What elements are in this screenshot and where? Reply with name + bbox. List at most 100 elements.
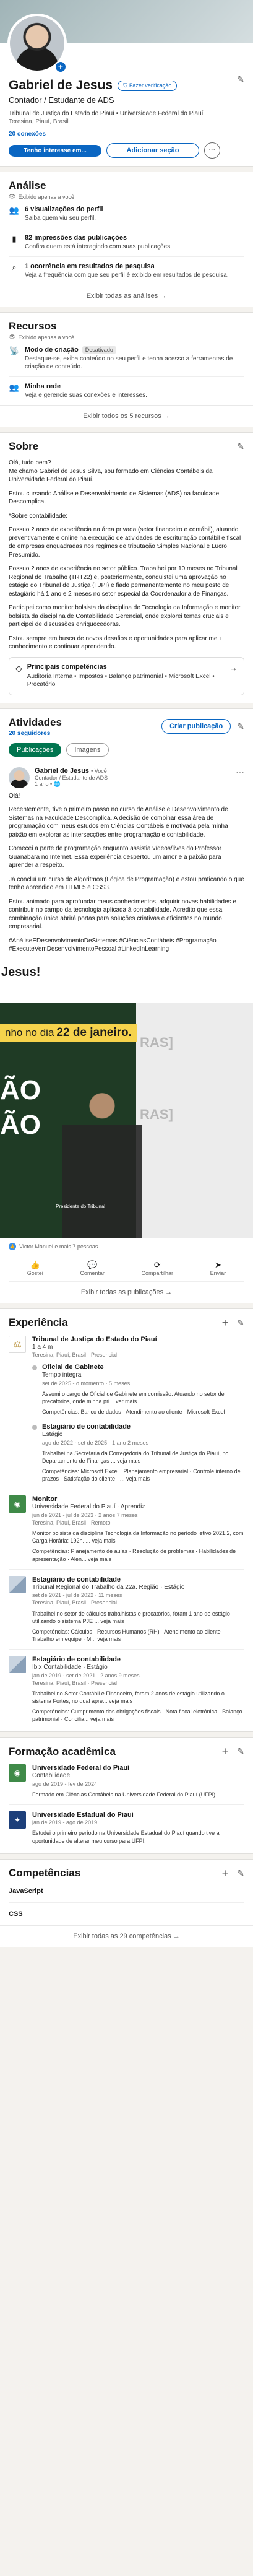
- profile-education: Tribunal de Justiça do Estado do Piauí •…: [9, 110, 204, 117]
- like-reaction-icon: 👍: [9, 1242, 16, 1250]
- skill-item[interactable]: JavaScript: [9, 1880, 244, 1903]
- about-section: Sobre ✎ Olá, tudo bem? Me chamo Gabriel …: [0, 432, 253, 703]
- edit-experience-icon[interactable]: ✎: [237, 1318, 244, 1328]
- section-title: Experiência: [9, 1316, 68, 1328]
- analytics-section: Análise 👁 Exibido apenas a você 👥 6 visua…: [0, 172, 253, 307]
- show-all-skills-link[interactable]: Exibir todas as 29 competências →: [0, 1925, 253, 1947]
- about-paragraph: *Sobre contabilidade:: [9, 512, 68, 520]
- network-icon: 👥: [9, 383, 20, 392]
- analytics-item[interactable]: ▮ 82 impressões das publicações Confira q…: [9, 228, 244, 257]
- show-all-posts-link[interactable]: Exibir todas as publicações →: [0, 1282, 253, 1303]
- timeline-dot: [32, 1365, 37, 1371]
- diamond-icon: ◇: [15, 663, 22, 673]
- analytics-item[interactable]: 👥 6 visualizações do perfil Saiba quem vi…: [9, 200, 244, 228]
- share-button[interactable]: ⟳ Compartilhar: [142, 1260, 174, 1276]
- more-button[interactable]: ···: [204, 142, 220, 159]
- edit-activity-icon[interactable]: ✎: [237, 721, 244, 732]
- about-paragraph: Estou cursando Análise e Desenvolvimento…: [9, 490, 220, 506]
- top-skills-box[interactable]: ◇ Principais competências Auditoria Inte…: [9, 656, 244, 695]
- edit-intro-icon[interactable]: ✎: [237, 74, 244, 85]
- comment-button[interactable]: 💬 Comentar: [80, 1260, 105, 1276]
- open-to-button[interactable]: Tenho interesse em...: [9, 144, 101, 157]
- show-all-resources-link[interactable]: Exibir todos os 5 recursos →: [0, 405, 253, 427]
- satellite-icon: 📡: [9, 346, 20, 355]
- tab-posts[interactable]: Publicações: [9, 742, 62, 757]
- edit-education-icon[interactable]: ✎: [237, 1746, 244, 1757]
- image-word: ÃO: [0, 1074, 41, 1105]
- eye-icon: 👁: [9, 193, 16, 199]
- like-button[interactable]: 👍 Gostei: [27, 1260, 43, 1276]
- education-section: Formação acadêmica + ✎ ◉ Universidade Fed…: [0, 1737, 253, 1854]
- tab-images[interactable]: Imagens: [66, 742, 109, 757]
- comment-icon: 💬: [87, 1260, 98, 1269]
- verify-badge[interactable]: ⛉ Fazer verificação: [118, 80, 178, 91]
- section-title: Recursos: [9, 320, 57, 332]
- search-icon: ⌕: [12, 263, 17, 272]
- image-person: [62, 1076, 142, 1238]
- image-brand: RAS]: [140, 1034, 173, 1050]
- section-title: Competências: [9, 1867, 81, 1879]
- show-all-analytics-link[interactable]: Exibir todas as análises →: [0, 285, 253, 307]
- experience-entry[interactable]: ⚖ Tribunal de Justiça do Estado do Piauí…: [9, 1329, 244, 1490]
- add-photo-icon[interactable]: +: [54, 61, 67, 73]
- about-paragraph: Participei como monitor bolsista da disc…: [9, 604, 241, 628]
- reactions-count[interactable]: Victor Manuel e mais 7 pessoas: [19, 1243, 98, 1250]
- thumbs-up-icon: 👍: [30, 1260, 40, 1269]
- profile-location: Teresina, Piauí, Brasil: [9, 118, 69, 125]
- add-section-button[interactable]: Adicionar seção: [106, 143, 199, 158]
- people-icon: 👥: [9, 206, 20, 215]
- status-badge: Desativado: [82, 346, 116, 354]
- edit-skills-icon[interactable]: ✎: [237, 1868, 244, 1879]
- school-logo: ✦: [9, 1811, 26, 1829]
- profile-name: Gabriel de Jesus: [9, 78, 113, 92]
- add-skill-icon[interactable]: +: [222, 1867, 229, 1880]
- image-brand: RAS]: [140, 1106, 173, 1122]
- create-post-button[interactable]: Criar publicação: [161, 719, 231, 734]
- activity-section: Atividades 20 seguidores Criar publicaçã…: [0, 708, 253, 1303]
- connections-link[interactable]: 20 conexões: [9, 131, 244, 137]
- send-button[interactable]: ➤ Enviar: [210, 1260, 226, 1276]
- post-image[interactable]: Jesus! RAS] RAS] nho no dia 22 de janeir…: [0, 959, 253, 1238]
- image-headline: Jesus!: [1, 965, 41, 979]
- about-paragraph: Estou sempre em busca de novos desafios …: [9, 635, 221, 651]
- image-caption: Presidente do Tribunal: [56, 1203, 106, 1209]
- resource-item[interactable]: 👥 Minha rede Veja e gerencie suas conexõe…: [9, 377, 244, 405]
- skills-section: Competências + ✎ JavaScript CSS Exibir to…: [0, 1858, 253, 1947]
- repost-icon: ⟳: [153, 1260, 161, 1269]
- education-entry[interactable]: ✦ Universidade Estadual do Piauí jan de …: [9, 1805, 244, 1850]
- more-icon[interactable]: ···: [236, 767, 244, 777]
- education-entry[interactable]: ◉ Universidade Federal do Piauí Contabil…: [9, 1758, 244, 1806]
- arrow-right-icon: →: [229, 663, 238, 672]
- send-icon: ➤: [214, 1260, 221, 1269]
- shield-icon: ⛉: [123, 82, 127, 89]
- profile-card: + ✎ Gabriel de Jesus ⛉ Fazer verificação…: [0, 0, 253, 167]
- experience-entry[interactable]: Estagiário de contabilidade Ibix Contabi…: [9, 1650, 244, 1729]
- image-date-banner: nho no dia 22 de janeiro.: [0, 1023, 137, 1042]
- company-logo: ⚖: [9, 1335, 26, 1353]
- profile-headline: Contador / Estudante de ADS: [9, 95, 114, 105]
- post-author[interactable]: Gabriel de Jesus: [35, 767, 89, 775]
- resource-item[interactable]: 📡 Modo de criação Desativado Destaque-se…: [9, 341, 244, 377]
- about-paragraph: Possuo 2 anos de experiência no setor pú…: [9, 565, 238, 598]
- post-avatar[interactable]: [9, 767, 30, 788]
- about-paragraph: Olá, tudo bem? Me chamo Gabriel de Jesus…: [9, 459, 213, 483]
- experience-entry[interactable]: ◉ Monitor Universidade Federal do Piauí …: [9, 1489, 244, 1570]
- section-title: Formação acadêmica: [9, 1745, 116, 1757]
- image-word: ÃO: [0, 1109, 41, 1140]
- experience-entry[interactable]: Estagiário de contabilidade Tribunal Reg…: [9, 1570, 244, 1650]
- eye-icon: 👁: [9, 334, 16, 340]
- add-education-icon[interactable]: +: [222, 1745, 229, 1758]
- skill-item[interactable]: CSS: [9, 1903, 244, 1925]
- section-title: Sobre: [9, 440, 39, 452]
- edit-about-icon[interactable]: ✎: [237, 442, 244, 452]
- analytics-item[interactable]: ⌕ 1 ocorrência em resultados de pesquisa…: [9, 257, 244, 285]
- school-logo: ◉: [9, 1764, 26, 1782]
- followers-count[interactable]: 20 seguidores: [9, 730, 62, 737]
- section-title: Análise: [9, 180, 46, 191]
- add-experience-icon[interactable]: +: [222, 1316, 229, 1329]
- company-logo: ◉: [9, 1495, 26, 1513]
- about-paragraph: Possuo 2 anos de experiência na área pri…: [9, 526, 241, 559]
- section-title: Atividades: [9, 716, 62, 728]
- bar-chart-icon: ▮: [12, 234, 17, 243]
- company-logo: [9, 1656, 26, 1674]
